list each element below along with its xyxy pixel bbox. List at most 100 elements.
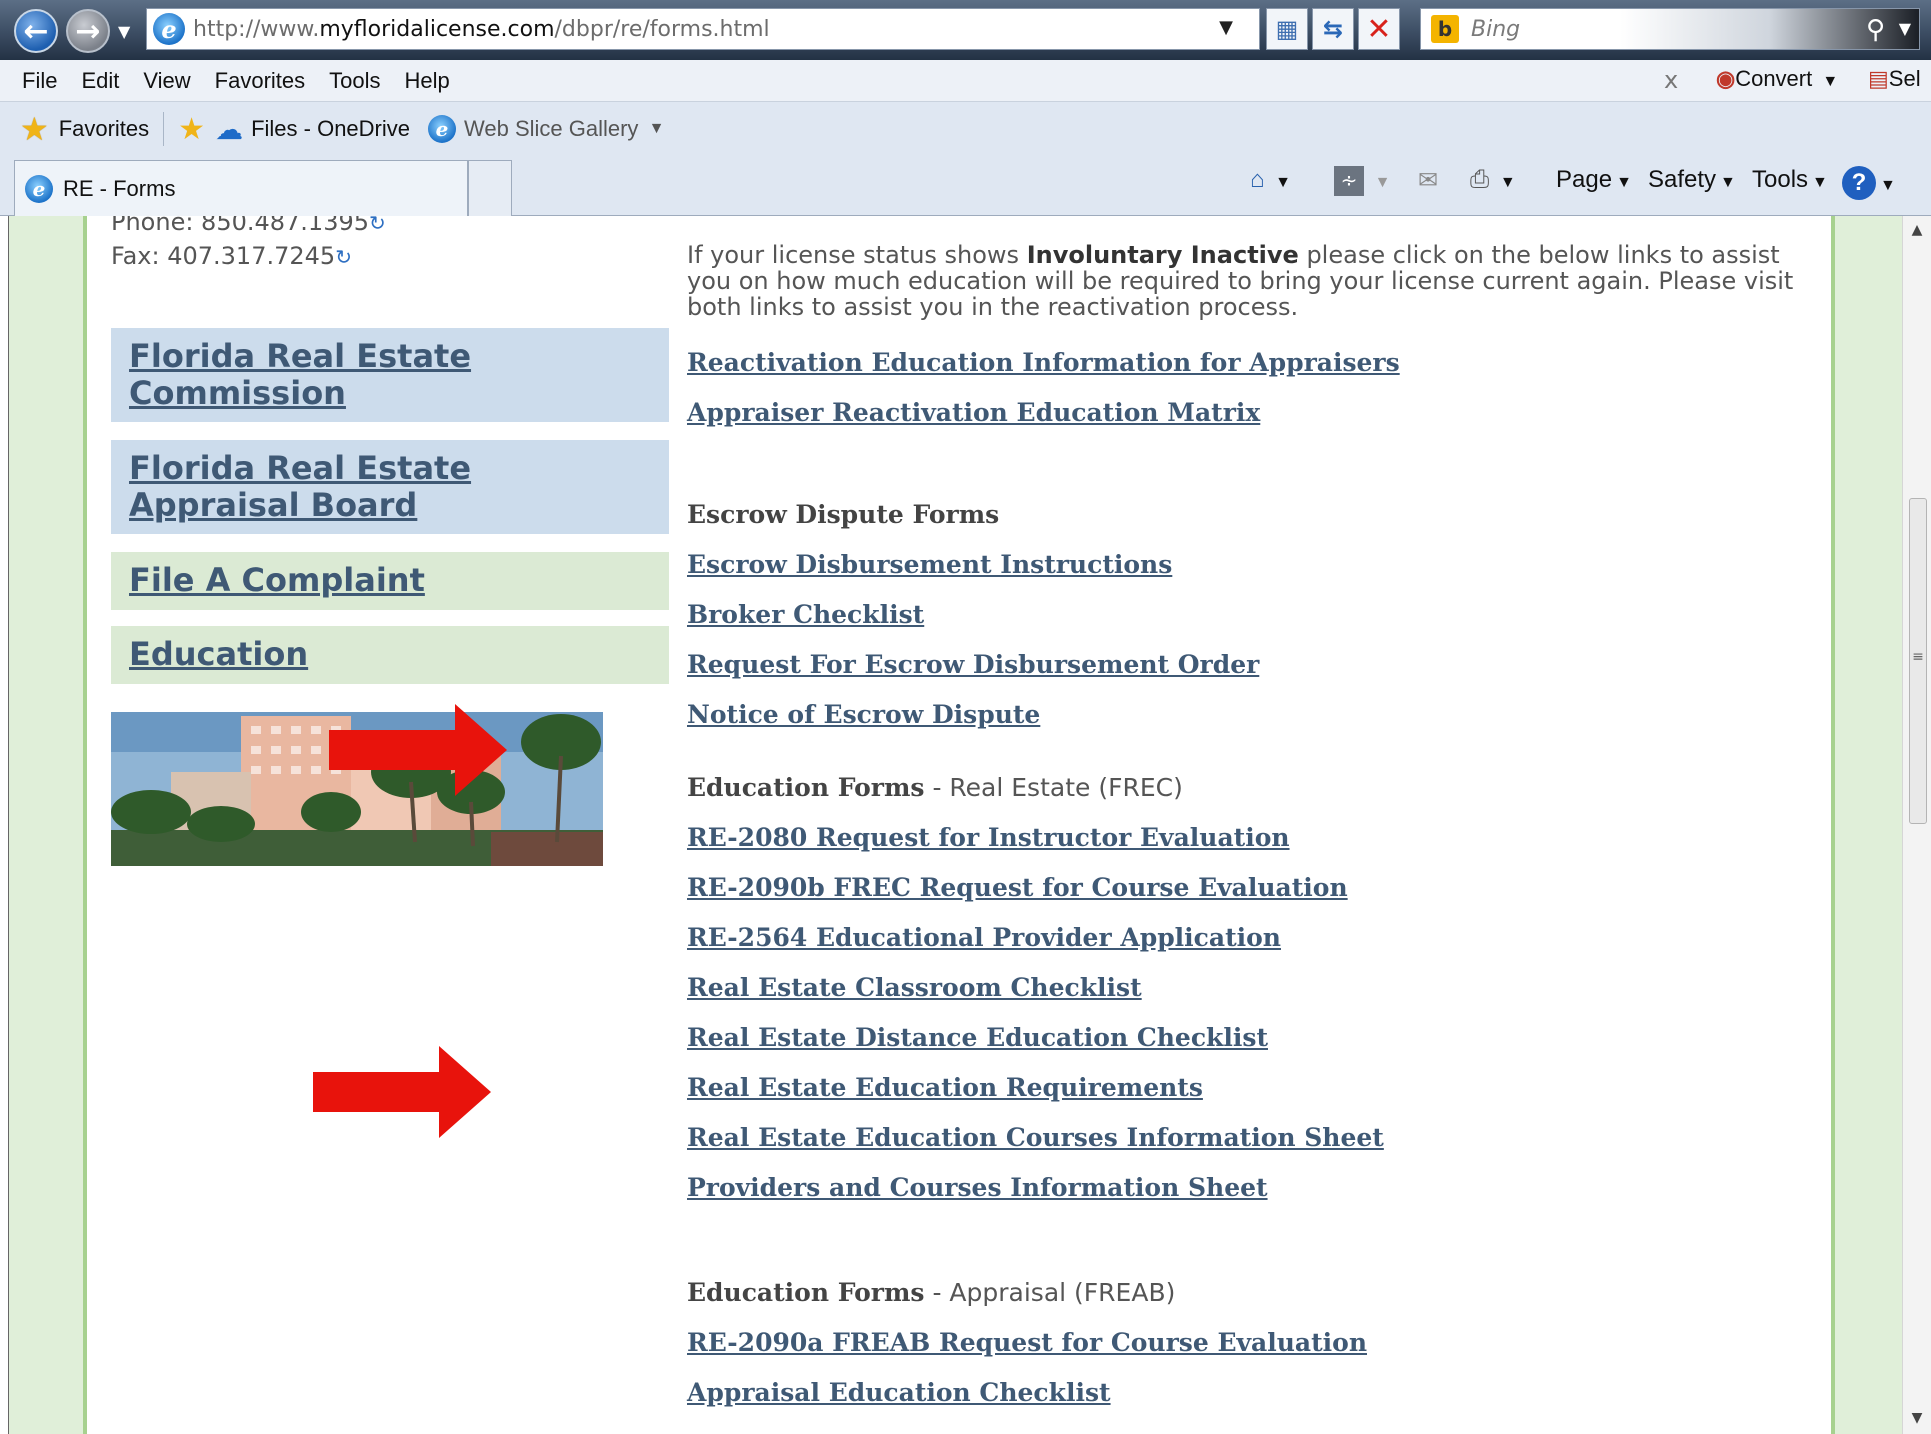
link-re-2090b[interactable]: RE-2090b FREC Request for Course Evaluat… (687, 873, 1348, 902)
safety-menu[interactable]: Safety ▼ (1648, 166, 1736, 194)
edu-appraisal-heading-bold: Education Forms (687, 1278, 925, 1307)
refresh-button[interactable]: ⇆ (1312, 8, 1354, 50)
url-history-dropdown[interactable]: ▼ (1219, 17, 1233, 38)
link-appraiser-reactivation-matrix[interactable]: Appraiser Reactivation Education Matrix (687, 398, 1260, 427)
add-to-favorites-icon[interactable]: ★ (178, 112, 205, 147)
link-re-2080[interactable]: RE-2080 Request for Instructor Evaluatio… (687, 823, 1290, 852)
nav-box-frec: Florida Real Estate Commission (111, 328, 669, 422)
favorite-link-onedrive[interactable]: ☁ Files - OneDrive (215, 113, 410, 146)
search-field[interactable]: b Bing ⚲ ▼ (1420, 8, 1920, 50)
favorite-link-web-slice-gallery[interactable]: e Web Slice Gallery ▼ (428, 115, 664, 143)
link-education-requirements[interactable]: Real Estate Education Requirements (687, 1073, 1203, 1102)
phone-text: Phone: 850.487.1395 (111, 216, 370, 236)
link-broker-checklist[interactable]: Broker Checklist (687, 600, 924, 629)
red-arrow-annotation (313, 1046, 491, 1138)
left-page-border (9, 216, 87, 1434)
print-button[interactable]: ⎙ ▼ (1470, 166, 1516, 194)
arrow-shape (313, 1046, 491, 1138)
menu-help[interactable]: Help (405, 68, 450, 94)
ie-page-icon: e (153, 13, 185, 45)
printer-icon: ⎙ (1470, 166, 1490, 193)
pdf-icon: ▤ (1868, 66, 1889, 91)
web-slice-label: Web Slice Gallery (464, 116, 639, 141)
convert-label: Convert (1735, 66, 1813, 91)
menu-view[interactable]: View (143, 68, 190, 94)
scroll-up-icon[interactable]: ▲ (1903, 222, 1931, 238)
nav-box-freab: Florida Real Estate Appraisal Board (111, 440, 669, 534)
menu-favorites[interactable]: Favorites (215, 68, 305, 94)
convert-button[interactable]: ◉Convert ▼ (1716, 66, 1838, 92)
stop-button[interactable]: ✕ (1358, 8, 1400, 50)
link-distance-education-checklist[interactable]: Real Estate Distance Education Checklist (687, 1023, 1268, 1052)
involuntary-inactive-intro: If your license status shows Involuntary… (687, 242, 1807, 320)
intro-bold-term: Involuntary Inactive (1026, 241, 1299, 269)
forward-button[interactable]: → (66, 9, 110, 53)
link-notice-escrow-dispute[interactable]: Notice of Escrow Dispute (687, 700, 1040, 729)
favorites-button[interactable]: ★ Favorites (20, 110, 149, 148)
help-icon: ? (1842, 166, 1876, 200)
link-appraisal-education-checklist[interactable]: Appraisal Education Checklist (687, 1378, 1111, 1407)
link-re-2564[interactable]: RE-2564 Educational Provider Application (687, 923, 1281, 952)
search-dropdown[interactable]: ▼ (1899, 19, 1911, 38)
link-providers-courses-sheet[interactable]: Providers and Courses Information Sheet (687, 1173, 1268, 1202)
link-re-2090a[interactable]: RE-2090a FREAB Request for Course Evalua… (687, 1328, 1367, 1357)
scroll-down-icon[interactable]: ▼ (1903, 1410, 1931, 1426)
tab-bar: e RE - Forms ⌂ ▼ ∻ ▼ ✉ ⎙ ▼ Page ▼ Safety ▼… (0, 156, 1931, 216)
edu-re-heading-bold: Education Forms (687, 773, 925, 802)
escrow-heading-text: Escrow Dispute Forms (687, 500, 1000, 529)
menu-tools[interactable]: Tools (329, 68, 380, 94)
favorites-star-icon: ★ (20, 111, 49, 147)
nav-link-freab[interactable]: Florida Real Estate Appraisal Board (129, 450, 651, 524)
home-button[interactable]: ⌂ ▼ (1250, 166, 1291, 194)
recent-pages-dropdown[interactable]: ▼ (118, 22, 130, 41)
phone-call-icon[interactable]: ↻ (369, 216, 386, 235)
vertical-scrollbar[interactable]: ▲ ≡ ▼ (1902, 216, 1931, 1434)
favorites-bar: ★ Favorites ★ ☁ Files - OneDrive e Web Slic… (0, 102, 1931, 156)
read-mail-button[interactable]: ✉ (1418, 166, 1438, 195)
help-button[interactable]: ? ▼ (1842, 166, 1896, 200)
red-arrow-annotation (329, 704, 507, 796)
fax-number: Fax: 407.317.7245↻ (111, 242, 352, 270)
feeds-button[interactable]: ∻ ▼ (1334, 166, 1391, 196)
scrollbar-thumb[interactable]: ≡ (1909, 498, 1927, 824)
home-icon: ⌂ (1250, 166, 1265, 193)
safety-menu-label: Safety (1648, 166, 1717, 193)
tab-re-forms[interactable]: e RE - Forms (14, 160, 468, 216)
intro-text-start: If your license status shows (687, 241, 1027, 269)
fax-call-icon[interactable]: ↻ (335, 245, 352, 269)
link-reactivation-education-appraisers[interactable]: Reactivation Education Information for A… (687, 348, 1400, 377)
url-text[interactable]: http://www.myfloridalicense.com/dbpr/re/… (193, 17, 770, 42)
new-tab-button[interactable] (468, 160, 512, 216)
tools-menu[interactable]: Tools ▼ (1752, 166, 1828, 194)
tab-title: RE - Forms (63, 175, 176, 201)
nav-link-frec[interactable]: Florida Real Estate Commission (129, 338, 651, 412)
nav-link-file-complaint[interactable]: File A Complaint (129, 562, 651, 599)
nav-link-education[interactable]: Education (129, 636, 651, 673)
ie-tab-icon: e (25, 174, 53, 203)
bing-icon: b (1431, 15, 1459, 43)
address-bar: ← → ▼ e http://www.myfloridalicense.com/… (0, 0, 1931, 60)
onedrive-cloud-icon: ☁ (215, 113, 244, 145)
compatibility-view-button[interactable]: ▦ (1266, 8, 1308, 50)
toolbar-close-icon[interactable]: x (1664, 66, 1678, 94)
link-classroom-checklist[interactable]: Real Estate Classroom Checklist (687, 973, 1142, 1002)
mail-icon: ✉ (1418, 167, 1439, 194)
arrow-shape (329, 704, 507, 796)
search-icon[interactable]: ⚲ (1866, 15, 1885, 45)
menu-edit[interactable]: Edit (81, 68, 119, 94)
education-forms-real-estate-heading: Education Forms - Real Estate (FREC) (687, 773, 1183, 802)
back-button[interactable]: ← (14, 9, 58, 53)
edu-re-heading-rest: - Real Estate (FREC) (924, 773, 1183, 802)
forward-arrow-icon: → (75, 13, 101, 49)
rss-feed-icon: ∻ (1334, 166, 1364, 196)
grip-icon: ≡ (1912, 649, 1924, 665)
phone-number: Phone: 850.487.1395↻ (111, 216, 386, 236)
link-request-escrow-disbursement-order[interactable]: Request For Escrow Disbursement Order (687, 650, 1259, 679)
menu-file[interactable]: File (22, 68, 57, 94)
url-field[interactable]: e http://www.myfloridalicense.com/dbpr/r… (146, 8, 1260, 50)
page-menu[interactable]: Page ▼ (1556, 166, 1632, 194)
link-escrow-disbursement-instructions[interactable]: Escrow Disbursement Instructions (687, 550, 1172, 579)
select-button[interactable]: ▤Sel (1868, 66, 1921, 92)
nav-box-complaint: File A Complaint (111, 552, 669, 610)
link-courses-information-sheet[interactable]: Real Estate Education Courses Informatio… (687, 1123, 1384, 1152)
